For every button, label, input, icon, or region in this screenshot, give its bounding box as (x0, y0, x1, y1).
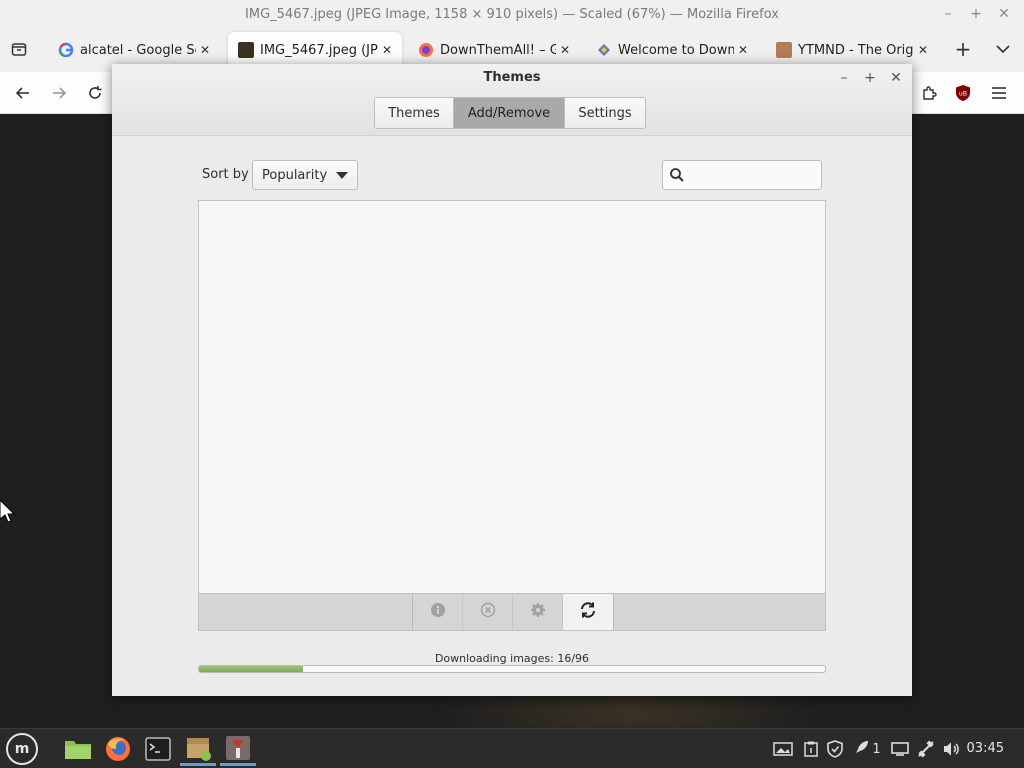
minimize-icon[interactable]: – (834, 68, 854, 88)
tab-image-active[interactable]: IMG_5467.jpeg (JPE ✕ (228, 32, 402, 68)
info-icon (430, 602, 446, 622)
close-icon[interactable]: ✕ (886, 68, 906, 88)
info-button[interactable] (413, 594, 463, 630)
remove-button[interactable] (463, 594, 513, 630)
back-arrow-icon[interactable] (12, 82, 34, 104)
reload-icon[interactable] (84, 82, 106, 104)
list-toolbar (198, 594, 826, 631)
remove-icon (480, 602, 496, 622)
package-manager-icon[interactable] (180, 732, 216, 766)
tab-label: IMG_5467.jpeg (JPE (260, 42, 378, 58)
image-thumbnail-icon (238, 42, 254, 58)
window-title: IMG_5467.jpeg (JPEG Image, 1158 × 910 pi… (245, 6, 779, 22)
close-icon[interactable]: ✕ (994, 4, 1014, 24)
notifications-indicator[interactable]: 1 (853, 739, 883, 759)
ytmnd-icon (776, 42, 792, 58)
search-input[interactable] (662, 160, 822, 190)
progress-fill (199, 666, 304, 672)
maximize-icon[interactable]: + (860, 68, 880, 88)
close-tab-icon[interactable]: ✕ (382, 43, 392, 57)
tab-google-search[interactable]: alcatel - Google Sear ✕ (48, 32, 220, 68)
close-tab-icon[interactable]: ✕ (738, 43, 748, 57)
firefox-view-icon[interactable] (8, 38, 30, 60)
firefox-titlebar: IMG_5467.jpeg (JPEG Image, 1158 × 910 pi… (0, 0, 1024, 28)
tab-themes[interactable]: Themes (375, 98, 454, 128)
configure-button[interactable] (513, 594, 563, 630)
tab-ytmnd[interactable]: YTMND - The Origin ✕ (766, 32, 938, 68)
close-tab-icon[interactable]: ✕ (200, 43, 210, 57)
file-manager-icon[interactable] (60, 732, 96, 766)
settings-gear-icon (530, 602, 546, 622)
network-disconnected-icon[interactable] (916, 739, 936, 759)
download-progress-bar (198, 665, 826, 673)
hamburger-menu-icon[interactable] (988, 82, 1010, 104)
refresh-button[interactable] (563, 594, 613, 630)
rocket-icon (855, 740, 869, 758)
tab-settings[interactable]: Settings (565, 98, 645, 128)
tab-label: YTMND - The Origin (798, 42, 914, 58)
tab-label: Welcome to DownTh (618, 42, 734, 58)
google-icon (58, 42, 74, 58)
new-tab-button[interactable]: + (952, 37, 974, 61)
search-icon (669, 167, 685, 183)
tab-label: DownThemAll! – Get (440, 42, 556, 58)
dialog-title: Themes (483, 70, 541, 85)
sort-dropdown-value: Popularity (262, 167, 328, 183)
themes-app-icon[interactable] (220, 732, 256, 766)
dropdown-caret-icon (336, 172, 348, 179)
close-tab-icon[interactable]: ✕ (560, 43, 570, 57)
list-all-tabs-button[interactable] (992, 38, 1014, 60)
clock[interactable]: 03:45 (967, 741, 1004, 756)
taskbar: m 1 03:45 (0, 728, 1024, 768)
mouse-pointer-icon (0, 499, 16, 523)
tab-label: alcatel - Google Sear (80, 42, 196, 58)
volume-icon[interactable] (942, 739, 962, 759)
firefox-icon[interactable] (100, 732, 136, 766)
tab-downthemall-get[interactable]: DownThemAll! – Get ✕ (408, 32, 580, 68)
tab-add-remove[interactable]: Add/Remove (454, 98, 565, 128)
notification-count: 1 (872, 741, 881, 757)
themes-list[interactable] (198, 200, 826, 594)
refresh-icon (579, 601, 597, 623)
shield-icon[interactable] (826, 739, 844, 759)
terminal-icon[interactable] (140, 732, 176, 766)
downthemall-icon (596, 42, 612, 58)
dialog-header: Themes – + ✕ Themes Add/Remove Settings (112, 64, 912, 136)
display-icon[interactable] (890, 739, 910, 759)
tab-welcome-downthemall[interactable]: Welcome to DownTh ✕ (586, 32, 758, 68)
firefox-icon (418, 42, 434, 58)
ublock-origin-icon[interactable]: uB (952, 82, 974, 104)
forward-arrow-icon[interactable] (48, 82, 70, 104)
screen-display-icon[interactable] (772, 739, 794, 759)
sort-dropdown[interactable]: Popularity (252, 160, 358, 190)
extensions-puzzle-icon[interactable] (918, 82, 940, 104)
close-tab-icon[interactable]: ✕ (918, 43, 928, 57)
mint-menu-icon[interactable]: m (6, 733, 38, 765)
svg-text:uB: uB (959, 91, 967, 98)
dialog-tab-switcher: Themes Add/Remove Settings (374, 97, 646, 129)
minimize-icon[interactable]: – (938, 4, 958, 24)
maximize-icon[interactable]: + (966, 4, 986, 24)
progress-label: Downloading images: 16/96 (434, 652, 590, 665)
themes-dialog: Themes – + ✕ Themes Add/Remove Settings … (112, 64, 912, 696)
clipboard-icon[interactable] (803, 739, 819, 759)
sort-by-label: Sort by (202, 167, 249, 182)
